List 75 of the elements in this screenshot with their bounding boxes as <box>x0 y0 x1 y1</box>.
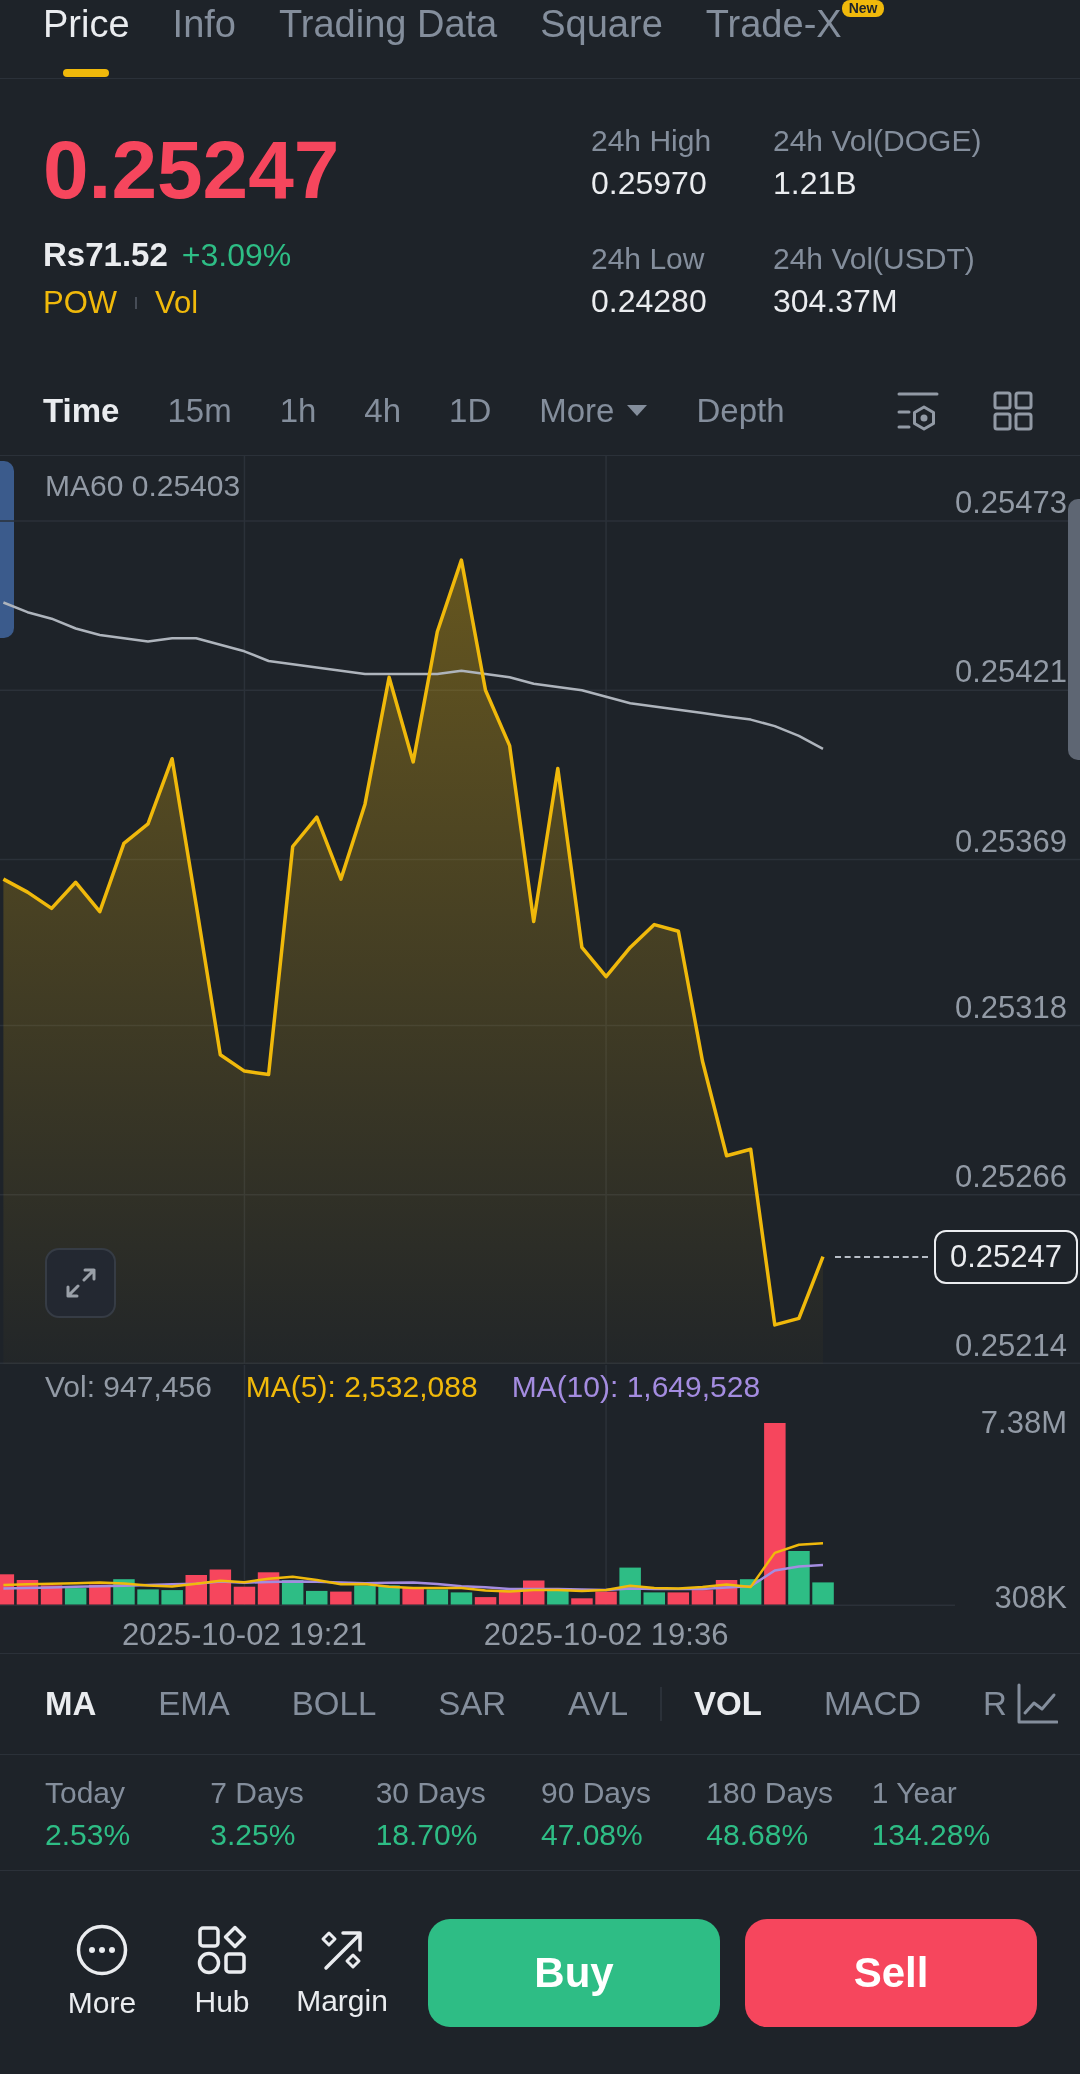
interval-tab[interactable]: 1h <box>279 390 317 431</box>
volume-legend: MA(10): 1,649,528 <box>511 1369 761 1405</box>
tab[interactable]: Trading Data <box>278 0 498 79</box>
period-change: 2.53% <box>45 1817 131 1853</box>
volume-legend: MA(5): 2,532,088 <box>245 1369 478 1405</box>
stat-label: 24h Vol(DOGE) <box>773 123 982 159</box>
stat-label: 24h High <box>591 123 712 159</box>
interval-tab[interactable]: 4h <box>364 390 402 431</box>
indicator-tab[interactable]: R <box>983 1684 1007 1724</box>
chart-legend: MA60 0.25403 <box>45 468 241 504</box>
shapes-grid-icon <box>197 1925 247 1975</box>
indicator-tab[interactable]: VOL <box>694 1684 762 1724</box>
stat-value: 1.21B <box>773 164 857 203</box>
grid-icon[interactable] <box>993 390 1033 431</box>
fiat-price: Rs71.52 <box>43 235 168 275</box>
period-change: 47.08% <box>541 1817 643 1853</box>
period-label: 1 Year <box>871 1775 957 1811</box>
period-change: 134.28% <box>871 1817 991 1853</box>
period-label: 7 Days <box>210 1775 304 1811</box>
action-button[interactable]: More <box>47 1924 157 2021</box>
indicator-tab[interactable]: MACD <box>823 1684 922 1724</box>
stat-label: 24h Vol(USDT) <box>773 241 975 277</box>
buy-button[interactable]: Buy <box>428 1918 720 2027</box>
last-price-tag: 0.25247 <box>933 1229 1078 1284</box>
drawer-handle[interactable] <box>1068 499 1080 760</box>
stat-label: 24h Low <box>591 241 705 277</box>
sell-button[interactable]: Sell <box>745 1918 1037 2027</box>
time-axis-label: 2025-10-02 19:21 <box>122 1617 367 1653</box>
line-chart-icon[interactable] <box>1016 1683 1058 1725</box>
tab[interactable]: Price <box>43 0 130 79</box>
caret-icon <box>626 404 649 417</box>
interval-tab[interactable]: Depth <box>696 390 785 431</box>
indicator-tab[interactable]: SAR <box>438 1684 507 1724</box>
price-axis-label: 0.25318 <box>954 989 1067 1026</box>
price-axis-label: 0.25266 <box>954 1158 1067 1195</box>
period-label: 90 Days <box>541 1775 652 1811</box>
indicator-tab[interactable]: BOLL <box>291 1684 377 1724</box>
period-label: Today <box>45 1775 126 1811</box>
tab[interactable]: Square <box>540 0 663 79</box>
time-axis-label: 2025-10-02 19:36 <box>483 1617 729 1653</box>
indicator-tab[interactable]: AVL <box>568 1684 629 1724</box>
stat-value: 0.25970 <box>591 164 707 203</box>
interval-dropdown[interactable]: More <box>539 390 649 431</box>
coin-tag[interactable]: Vol <box>155 283 199 323</box>
expand-button[interactable] <box>45 1248 116 1318</box>
drawer-handle[interactable] <box>0 461 14 638</box>
volume-legend: Vol: 947,456 <box>45 1369 212 1405</box>
price-change: +3.09% <box>181 236 292 275</box>
period-change: 3.25% <box>210 1817 296 1853</box>
indicator-tab[interactable]: MA <box>45 1684 97 1724</box>
period-change: 18.70% <box>375 1817 478 1853</box>
period-change: 48.68% <box>706 1817 809 1853</box>
period-label: 30 Days <box>375 1775 486 1811</box>
price-axis-label: 0.25369 <box>954 823 1067 860</box>
volume-axis-label: 308K <box>994 1580 1067 1617</box>
action-button[interactable]: Margin <box>287 1926 397 2019</box>
interval-tab[interactable]: 15m <box>167 390 232 431</box>
stat-value: 0.24280 <box>591 282 707 321</box>
volume-axis-label: 7.38M <box>980 1405 1067 1441</box>
indicator-tab[interactable]: EMA <box>158 1684 230 1724</box>
interval-tab[interactable]: 1D <box>449 390 492 431</box>
period-label: 180 Days <box>706 1775 834 1811</box>
more-icon <box>76 1924 128 1976</box>
new-tag: New <box>841 0 885 17</box>
price-axis-label: 0.25473 <box>954 485 1067 522</box>
tab[interactable]: Info <box>172 0 236 79</box>
last-price: 0.25247 <box>43 125 340 215</box>
tab[interactable]: Trade-X <box>705 0 842 79</box>
settings-icon[interactable] <box>897 390 939 431</box>
coin-tag[interactable]: POW <box>43 283 118 323</box>
interval-tab[interactable]: Time <box>43 390 120 431</box>
action-button[interactable]: Hub <box>167 1925 277 2020</box>
price-axis-label: 0.25421 <box>954 654 1067 691</box>
price-axis-label: 0.25214 <box>954 1328 1067 1364</box>
stat-value: 304.37M <box>773 282 898 321</box>
